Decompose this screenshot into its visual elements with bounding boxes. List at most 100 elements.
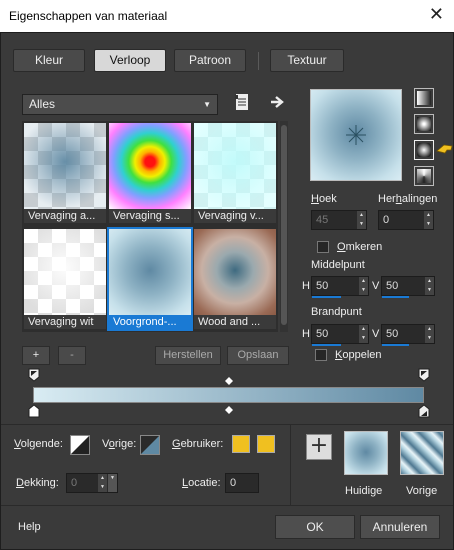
opacity-stop-right-icon[interactable] <box>418 368 430 382</box>
section-divider-vertical <box>290 425 291 505</box>
spinner-arrows-icon[interactable]: ▲ ▼ <box>359 325 368 343</box>
gradient-thumbnail <box>194 123 276 209</box>
center-v-input[interactable]: 50 ▲ ▼ <box>381 276 435 298</box>
close-icon[interactable]: ✕ <box>429 4 444 25</box>
opacity-input: 0 ▲ ▼ ▼ <box>66 473 118 493</box>
center-v-slider[interactable] <box>382 296 409 298</box>
spinner-arrows-icon[interactable]: ▲ ▼ <box>359 277 368 295</box>
prev-label: Vorige: <box>102 438 137 450</box>
radial-style-icon[interactable] <box>414 140 434 160</box>
previous-swatch[interactable] <box>400 431 444 475</box>
gradient-thumbnail <box>194 229 276 315</box>
repeats-label: Herhalingen <box>378 193 438 205</box>
user-color-swatch[interactable] <box>232 435 250 453</box>
opacity-label: Dekking: <box>16 477 59 489</box>
focal-label: Brandpunt <box>311 306 362 318</box>
gallery-item[interactable]: Vervaging a... <box>24 123 106 223</box>
spinner-arrows-icon[interactable]: ▲ ▼ <box>425 277 434 295</box>
center-h-input[interactable]: 50 ▲ ▼ <box>311 276 369 298</box>
category-dropdown[interactable]: Alles ▼ <box>22 94 218 115</box>
gradient-thumbnail <box>109 123 191 209</box>
gallery-item[interactable]: Wood and ... <box>194 229 276 329</box>
focal-h-value: 50 <box>316 328 329 340</box>
color-stop-right-icon[interactable] <box>418 404 430 418</box>
gallery-item[interactable]: Vervaging wit <box>24 229 106 329</box>
gallery-item[interactable]: Vervaging v... <box>194 123 276 223</box>
gradient-preview[interactable] <box>310 89 402 181</box>
tab-kleur[interactable]: Kleur <box>13 49 85 72</box>
spinner-arrows-icon[interactable]: ▲ ▼ <box>424 211 433 229</box>
location-label: Locatie: <box>182 477 221 489</box>
link-label: Koppelen <box>335 349 382 361</box>
repeats-input[interactable]: 0 ▲ ▼ <box>378 210 434 230</box>
gallery-item-label: Vervaging wit <box>24 315 106 329</box>
opacity-stop-left-icon[interactable] <box>28 368 40 382</box>
cancel-button[interactable]: Annuleren <box>360 515 440 539</box>
gradient-thumbnail <box>24 229 106 315</box>
invert-checkbox[interactable] <box>317 241 329 253</box>
gallery-item-label: Wood and ... <box>194 315 276 329</box>
center-v-label: V <box>372 280 380 292</box>
restore-button[interactable]: Herstellen <box>155 346 221 365</box>
linear-style-icon[interactable] <box>414 88 434 108</box>
color-midpoint-marker[interactable] <box>225 405 233 414</box>
next-swatch[interactable] <box>70 435 90 455</box>
prev-swatch[interactable] <box>140 435 160 455</box>
spinner-arrows-icon: ▲ ▼ <box>357 211 366 229</box>
angle-value: 45 <box>316 214 329 226</box>
gallery-item[interactable]: Vervaging s... <box>109 123 191 223</box>
window-title: Eigenschappen van materiaal <box>9 9 168 23</box>
gallery-item-label: Vervaging v... <box>194 209 276 223</box>
gallery-scrollbar[interactable] <box>280 121 288 332</box>
user-color-swatch-alt[interactable] <box>257 435 275 453</box>
arrow-right-icon[interactable] <box>270 95 286 109</box>
current-swatch-label: Huidige <box>345 485 383 497</box>
focal-v-label: V <box>372 328 380 340</box>
tab-patroon[interactable]: Patroon <box>174 49 246 72</box>
ok-button[interactable]: OK <box>275 515 355 539</box>
gradient-gallery: Vervaging a... Vervaging s... Vervaging … <box>22 121 278 332</box>
focal-v-input[interactable]: 50 ▲ ▼ <box>381 324 435 346</box>
focal-h-label: H <box>302 328 310 340</box>
gradient-thumbnail <box>24 123 106 209</box>
gallery-item-label: Vervaging a... <box>24 209 106 223</box>
user-label: Gebruiker: <box>172 438 224 450</box>
gradient-bar[interactable] <box>33 387 424 403</box>
sunburst-style-icon[interactable] <box>414 166 434 186</box>
tab-textuur[interactable]: Textuur <box>270 49 344 72</box>
library-icon[interactable] <box>234 93 250 111</box>
section-divider <box>1 424 453 425</box>
gallery-item-label: Voorgrond-... <box>109 315 191 329</box>
spinner-arrows-icon: ▲ ▼ <box>98 474 107 492</box>
add-to-swatches-button[interactable]: + <box>306 434 332 460</box>
focal-v-value: 50 <box>386 328 399 340</box>
remove-gradient-button[interactable]: - <box>58 346 86 365</box>
title-bar: Eigenschappen van materiaal ✕ <box>0 0 454 32</box>
current-swatch[interactable] <box>344 431 388 475</box>
location-input[interactable]: 0 <box>225 473 259 493</box>
focal-h-slider[interactable] <box>312 344 341 346</box>
rectangular-style-icon[interactable] <box>414 114 434 134</box>
opacity-midpoint-marker[interactable] <box>225 376 233 385</box>
footer-divider <box>1 505 453 506</box>
scrollbar-thumb[interactable] <box>281 125 287 325</box>
focal-v-slider[interactable] <box>382 344 409 346</box>
angle-label: Hoek <box>311 193 337 205</box>
link-checkbox[interactable] <box>315 349 327 361</box>
gallery-item-selected[interactable]: Voorgrond-... <box>107 227 193 331</box>
category-value: Alles <box>29 97 56 111</box>
center-crosshair-icon[interactable] <box>345 124 367 146</box>
center-h-label: H <box>302 280 310 292</box>
add-gradient-button[interactable]: + <box>22 346 50 365</box>
center-h-slider[interactable] <box>312 296 341 298</box>
center-h-value: 50 <box>316 280 329 292</box>
help-link[interactable]: Help <box>18 521 41 533</box>
save-button[interactable]: Opslaan <box>227 346 289 365</box>
color-stop-left-icon[interactable] <box>28 404 40 418</box>
pointer-hand-icon <box>436 140 454 158</box>
spinner-arrows-icon[interactable]: ▲ ▼ <box>425 325 434 343</box>
tab-verloop[interactable]: Verloop <box>94 49 166 72</box>
chevron-down-icon: ▼ <box>108 474 117 492</box>
invert-label: Omkeren <box>337 241 383 253</box>
focal-h-input[interactable]: 50 ▲ ▼ <box>311 324 369 346</box>
